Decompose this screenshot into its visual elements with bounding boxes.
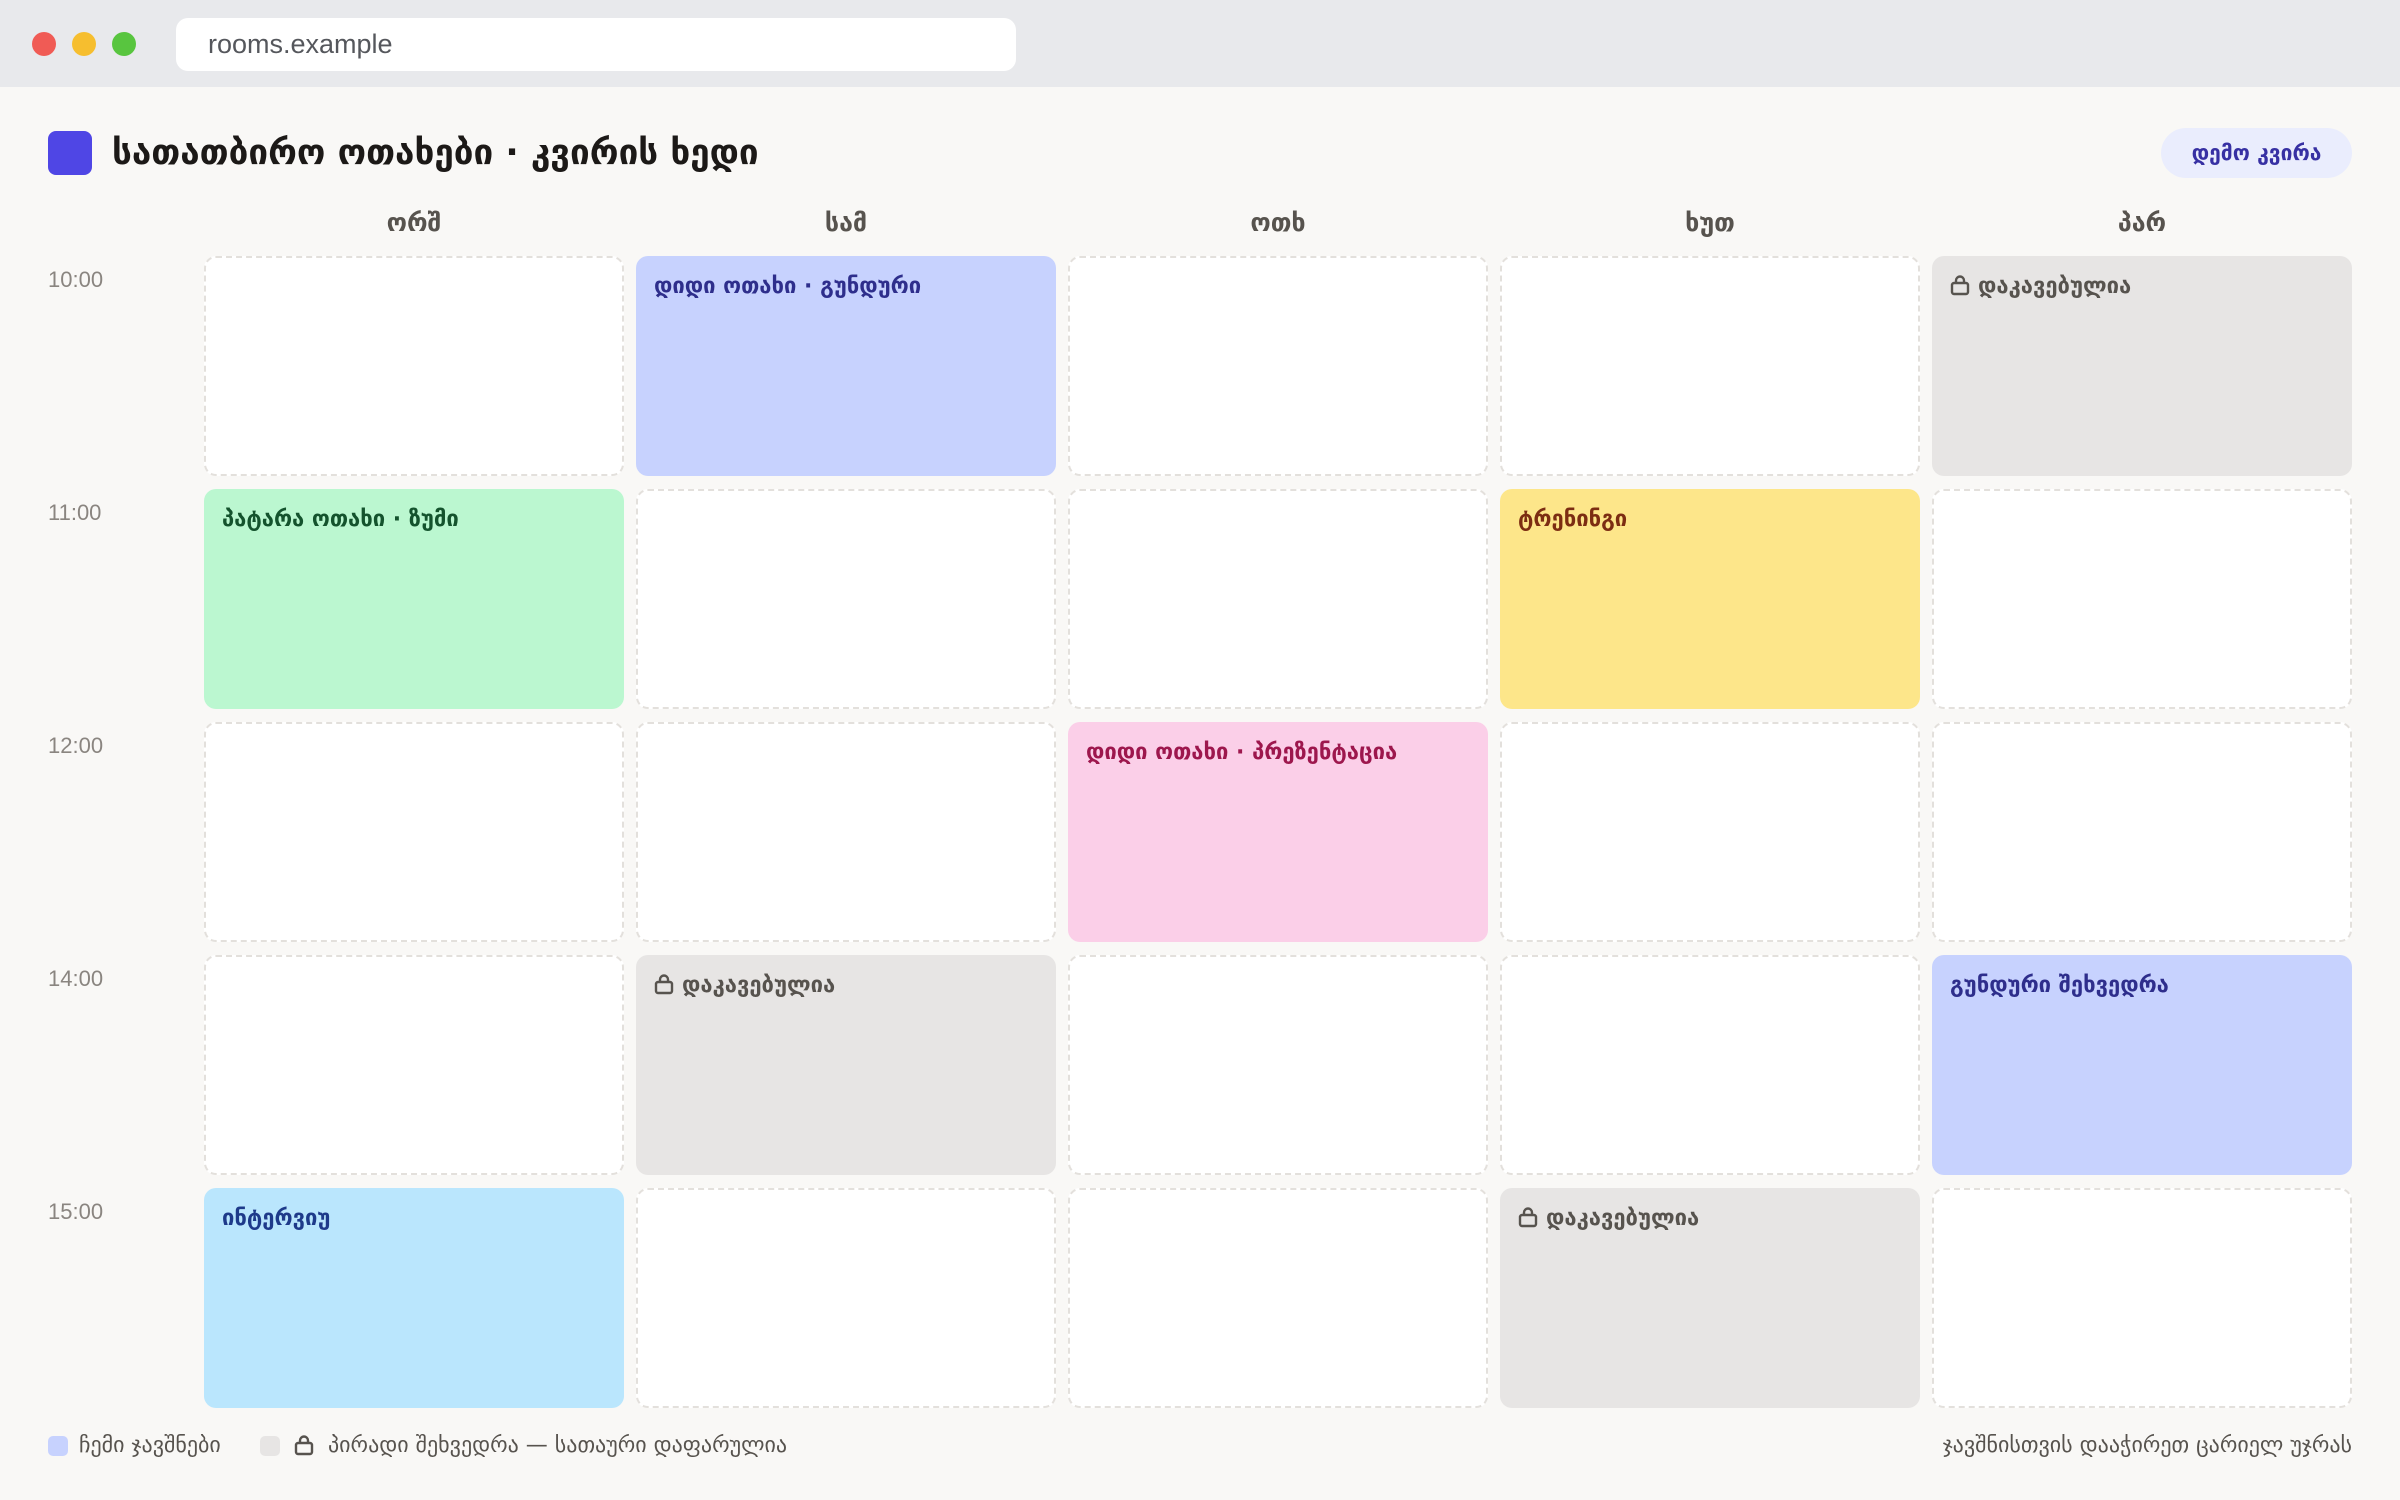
lock-icon — [1950, 275, 1970, 296]
event-title: დაკავებულია — [1546, 1206, 1700, 1231]
event-mon-1500[interactable]: ინტერვიუ — [204, 1188, 624, 1408]
event-title: დიდი ოთახი · გუნდური — [654, 274, 922, 299]
empty-slot-tue-1200[interactable] — [636, 722, 1056, 942]
event-title: გუნდური შეხვედრა — [1950, 973, 2169, 998]
time-label-1500: 15:00 — [48, 1199, 104, 1224]
event-wed-1200[interactable]: დიდი ოთახი · პრეზენტაცია — [1068, 722, 1488, 942]
lock-icon — [654, 974, 674, 995]
day-header-thu: ხუთ — [1685, 208, 1735, 237]
app-logo — [48, 131, 92, 175]
empty-slot-wed-1000[interactable] — [1068, 256, 1488, 476]
window-minimize-button[interactable] — [72, 32, 96, 56]
demo-week-button[interactable]: დემო კვირა — [2161, 128, 2352, 178]
legend-swatch-mine — [48, 1436, 68, 1456]
legend-swatch-private — [260, 1436, 280, 1456]
busy-slot-fri-1000[interactable]: დაკავებულია — [1932, 256, 2352, 476]
empty-slot-tue-1500[interactable] — [636, 1188, 1056, 1408]
event-title: დაკავებულია — [682, 973, 836, 998]
event-title: პატარა ოთახი · ზუმი — [222, 507, 459, 532]
empty-slot-tue-1100[interactable] — [636, 489, 1056, 709]
legend-my-bookings: ჩემი ჯავშნები — [79, 1433, 221, 1458]
event-title: ტრენინგი — [1518, 507, 1628, 532]
time-label-1200: 12:00 — [48, 733, 104, 758]
empty-slot-fri-1100[interactable] — [1932, 489, 2352, 709]
browser-chrome: rooms.example — [0, 0, 2400, 87]
day-header-mon: ორშ — [386, 208, 442, 237]
legend-private: პირადი შეხვედრა — სათაური დაფარულია — [328, 1433, 788, 1458]
day-header-fri: პარ — [2117, 208, 2167, 237]
booking-hint: ჯავშნისთვის დააჭირეთ ცარიელ უჯრას — [1942, 1433, 2352, 1458]
empty-slot-fri-1500[interactable] — [1932, 1188, 2352, 1408]
empty-slot-wed-1400[interactable] — [1068, 955, 1488, 1175]
event-title: დაკავებულია — [1978, 274, 2132, 299]
time-label-1400: 14:00 — [48, 966, 104, 991]
event-title: ინტერვიუ — [222, 1206, 331, 1231]
event-fri-1400[interactable]: გუნდური შეხვედრა — [1932, 955, 2352, 1175]
empty-slot-thu-1000[interactable] — [1500, 256, 1920, 476]
empty-slot-wed-1500[interactable] — [1068, 1188, 1488, 1408]
time-label-1000: 10:00 — [48, 267, 104, 292]
window-maximize-button[interactable] — [112, 32, 136, 56]
day-header-tue: სამ — [824, 208, 868, 237]
busy-slot-tue-1400[interactable]: დაკავებულია — [636, 955, 1056, 1175]
lock-icon — [294, 1435, 314, 1456]
event-tue-1000[interactable]: დიდი ოთახი · გუნდური — [636, 256, 1056, 476]
empty-slot-wed-1100[interactable] — [1068, 489, 1488, 709]
empty-slot-fri-1200[interactable] — [1932, 722, 2352, 942]
page-title: სათათბირო ოთახები · კვირის ხედი — [112, 133, 759, 173]
empty-slot-mon-1000[interactable] — [204, 256, 624, 476]
window-close-button[interactable] — [32, 32, 56, 56]
event-mon-1100[interactable]: პატარა ოთახი · ზუმი — [204, 489, 624, 709]
event-thu-1100[interactable]: ტრენინგი — [1500, 489, 1920, 709]
address-bar[interactable]: rooms.example — [176, 18, 1016, 71]
time-label-1100: 11:00 — [48, 500, 102, 525]
empty-slot-thu-1400[interactable] — [1500, 955, 1920, 1175]
event-title: დიდი ოთახი · პრეზენტაცია — [1086, 740, 1398, 765]
empty-slot-mon-1400[interactable] — [204, 955, 624, 1175]
empty-slot-thu-1200[interactable] — [1500, 722, 1920, 942]
day-header-wed: ოთხ — [1250, 208, 1306, 237]
empty-slot-mon-1200[interactable] — [204, 722, 624, 942]
busy-slot-thu-1500[interactable]: დაკავებულია — [1500, 1188, 1920, 1408]
lock-icon — [1518, 1207, 1538, 1228]
